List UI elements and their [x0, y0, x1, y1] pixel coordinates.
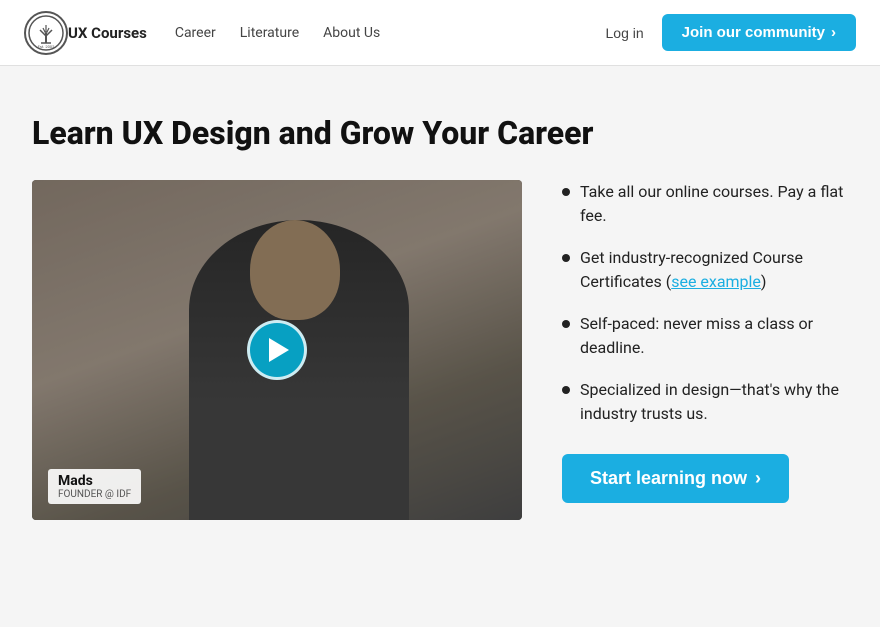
nav-right: Log in Join our community › [606, 14, 857, 51]
nav-links: Career Literature About Us [175, 25, 606, 41]
feature-item-4: Specialized in design—that's why the ind… [562, 378, 848, 426]
nav-link-literature[interactable]: Literature [240, 25, 299, 41]
video-inner: Mads FOUNDER @ IDF [32, 180, 522, 520]
see-example-link[interactable]: see example [671, 272, 761, 291]
video-container[interactable]: Mads FOUNDER @ IDF [32, 180, 522, 520]
nav-link-career[interactable]: Career [175, 25, 216, 41]
nav-brand[interactable]: UX Courses [68, 24, 147, 42]
features-list: Take all our online courses. Pay a flat … [562, 180, 848, 426]
speaker-badge: Mads FOUNDER @ IDF [48, 469, 141, 504]
bullet-icon-3 [562, 320, 570, 328]
login-button[interactable]: Log in [606, 25, 644, 41]
hero-body: Mads FOUNDER @ IDF Take all our online c… [32, 180, 848, 520]
feature-text-3: Self-paced: never miss a class or deadli… [580, 312, 848, 360]
svg-text:Est. 2002: Est. 2002 [38, 44, 55, 49]
bullet-icon-4 [562, 386, 570, 394]
main-content: Learn UX Design and Grow Your Career Mad… [0, 66, 880, 560]
logo[interactable]: Est. 2002 [24, 11, 68, 55]
play-icon [269, 338, 289, 362]
join-label: Join our community [682, 24, 825, 41]
feature-item-1: Take all our online courses. Pay a flat … [562, 180, 848, 228]
start-chevron-icon: › [755, 468, 761, 489]
feature-text-4: Specialized in design—that's why the ind… [580, 378, 848, 426]
navbar: Est. 2002 UX Courses Career Literature A… [0, 0, 880, 66]
nav-link-about-us[interactable]: About Us [323, 25, 380, 41]
bullet-icon-2 [562, 254, 570, 262]
start-label: Start learning now [590, 468, 747, 489]
hero-title: Learn UX Design and Grow Your Career [32, 114, 848, 152]
feature-text-2: Get industry-recognized Course Certifica… [580, 246, 848, 294]
join-button[interactable]: Join our community › [662, 14, 856, 51]
speaker-name: Mads [58, 473, 131, 489]
play-button[interactable] [247, 320, 307, 380]
feature-text-1: Take all our online courses. Pay a flat … [580, 180, 848, 228]
bullet-icon-1 [562, 188, 570, 196]
join-chevron-icon: › [831, 24, 836, 41]
start-learning-button[interactable]: Start learning now › [562, 454, 789, 503]
feature-item-2: Get industry-recognized Course Certifica… [562, 246, 848, 294]
feature-item-3: Self-paced: never miss a class or deadli… [562, 312, 848, 360]
feature-text-2-after: ) [761, 272, 767, 291]
speaker-role: FOUNDER @ IDF [58, 489, 131, 500]
features-section: Take all our online courses. Pay a flat … [562, 180, 848, 503]
